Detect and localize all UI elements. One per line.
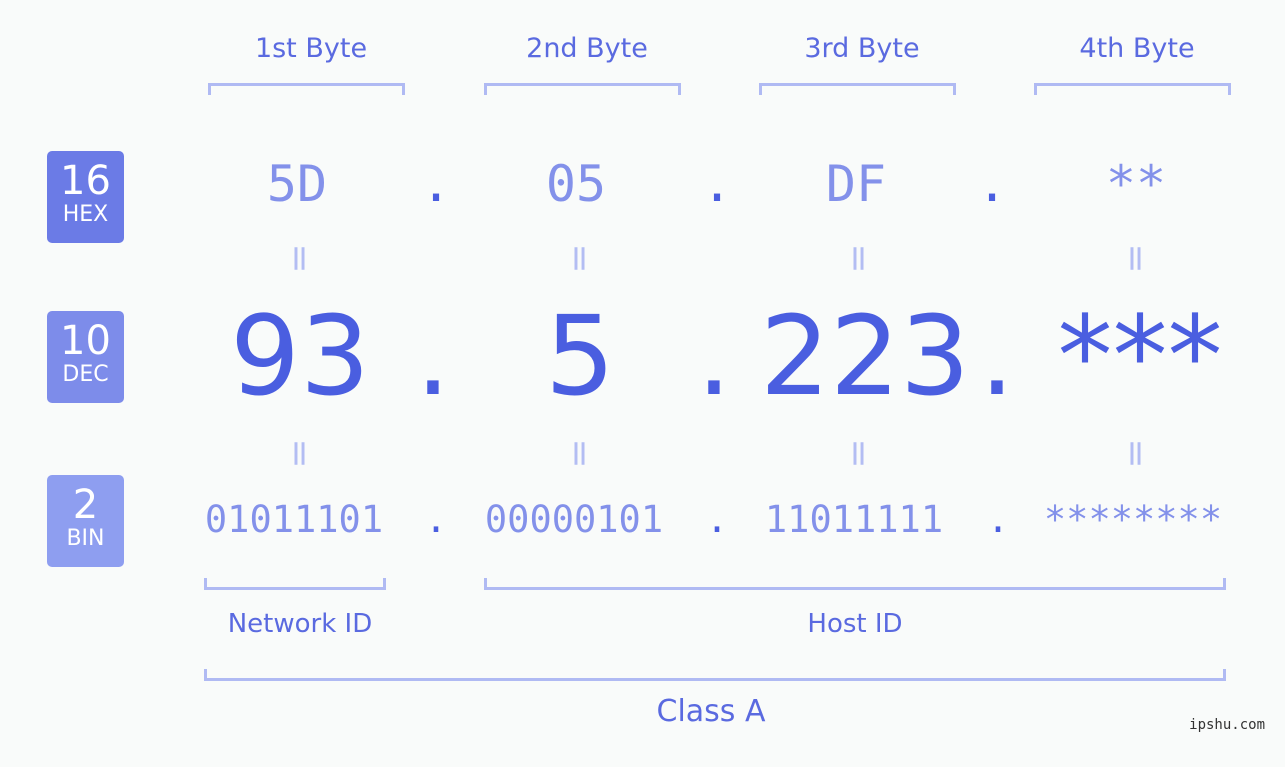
- class-label: Class A: [656, 694, 766, 729]
- dec-dot-2: .: [696, 292, 732, 420]
- byte-header-1: 1st Byte: [254, 33, 368, 64]
- network-id-label: Network ID: [227, 609, 373, 639]
- dec-badge-label: DEC: [62, 362, 109, 387]
- bin-dot-2: .: [705, 498, 729, 541]
- bin-badge: 2 BIN: [47, 475, 124, 567]
- dec-byte-2: 5: [545, 292, 615, 420]
- equals-sign: =: [559, 438, 601, 469]
- hex-dot-3: .: [977, 155, 1008, 213]
- equals-sign: =: [1115, 243, 1157, 274]
- byte-bracket-2: [484, 83, 681, 95]
- hex-byte-2: 05: [545, 155, 607, 213]
- equals-sign: =: [838, 243, 880, 274]
- dec-badge: 10 DEC: [47, 311, 124, 403]
- bin-byte-2: 00000101: [484, 498, 664, 541]
- dec-badge-number: 10: [60, 318, 111, 364]
- bin-dot-3: .: [986, 498, 1010, 541]
- dec-dot-3: .: [979, 292, 1015, 420]
- equals-sign: =: [279, 438, 321, 469]
- equals-sign: =: [1115, 438, 1157, 469]
- hex-badge: 16 HEX: [47, 151, 124, 243]
- bin-badge-number: 2: [72, 482, 99, 528]
- byte-bracket-4: [1034, 83, 1231, 95]
- dec-byte-4: ***: [1057, 292, 1223, 420]
- host-id-label: Host ID: [807, 609, 903, 639]
- bin-badge-label: BIN: [66, 526, 105, 551]
- byte-header-3: 3rd Byte: [804, 33, 920, 64]
- watermark: ipshu.com: [1189, 717, 1265, 733]
- dec-dot-1: .: [415, 292, 451, 420]
- dec-byte-1: 93: [230, 292, 370, 420]
- dec-byte-3: 223: [760, 292, 970, 420]
- hex-dot-2: .: [702, 155, 733, 213]
- byte-header-2: 2nd Byte: [526, 33, 648, 64]
- hex-badge-number: 16: [60, 158, 111, 204]
- hex-byte-4: **: [1105, 155, 1167, 213]
- bin-byte-3: 11011111: [764, 498, 944, 541]
- hex-dot-1: .: [421, 155, 452, 213]
- bin-dot-1: .: [424, 498, 448, 541]
- equals-sign: =: [838, 438, 880, 469]
- network-id-bracket: [204, 578, 386, 590]
- class-bracket: [204, 669, 1226, 681]
- hex-byte-1: 5D: [266, 155, 328, 213]
- byte-bracket-3: [759, 83, 956, 95]
- bin-byte-4: ********: [1043, 498, 1223, 541]
- byte-bracket-1: [208, 83, 405, 95]
- hex-byte-3: DF: [825, 155, 887, 213]
- equals-sign: =: [559, 243, 601, 274]
- equals-sign: =: [279, 243, 321, 274]
- host-id-bracket: [484, 578, 1226, 590]
- byte-header-4: 4th Byte: [1079, 33, 1195, 64]
- bin-byte-1: 01011101: [204, 498, 384, 541]
- hex-badge-label: HEX: [62, 202, 109, 227]
